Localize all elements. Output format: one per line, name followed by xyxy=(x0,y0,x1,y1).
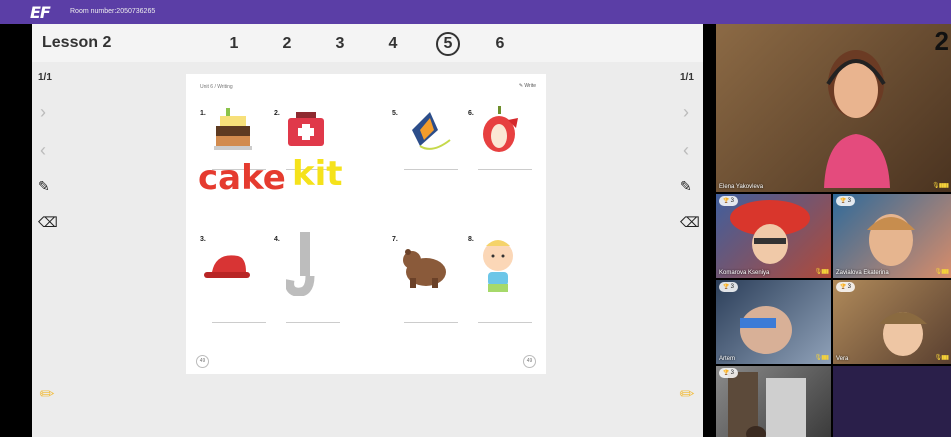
item-number: 3. xyxy=(200,236,206,243)
cap-picture xyxy=(204,255,250,278)
pen-icon[interactable]: ✎ xyxy=(680,178,692,195)
write-tool[interactable]: ✎ Write xyxy=(519,83,536,89)
left-page-counter: 1/1 xyxy=(38,72,52,83)
unit-label: Unit 6 / Writing xyxy=(200,84,233,90)
item-number: 4. xyxy=(274,236,280,243)
answer-line[interactable] xyxy=(478,322,532,323)
lesson-title: Lesson 2 xyxy=(42,34,112,51)
student-figure xyxy=(740,306,792,354)
student-name: Artem xyxy=(719,356,736,362)
page-number-left: 49 xyxy=(196,355,209,368)
ef-logo: EF xyxy=(30,3,51,22)
video-panel: 2 Elena Yakovleva 🎙▮▮▮▮ 3 Komarova Kseni… xyxy=(716,24,951,437)
handwriting-answer-2: kit xyxy=(292,154,343,194)
eraser-icon[interactable]: ⌫ xyxy=(680,214,700,231)
points-badge: 3 xyxy=(719,282,738,292)
student-figure xyxy=(879,312,927,356)
student-figure xyxy=(867,214,915,266)
lesson-area: Lesson 2 1 2 3 4 5 6 1/1 › ‹ ✎ ⌫ ✏ 1/1 ›… xyxy=(32,24,703,437)
student-name: Zavialova Ekaterina xyxy=(836,270,889,276)
page-tab-3[interactable]: 3 xyxy=(328,33,352,55)
cake-picture xyxy=(214,108,252,150)
student-video-tile[interactable]: 3 Zavialova Ekaterina 🎙▮▮▮ xyxy=(833,194,951,278)
apple-picture xyxy=(483,106,518,152)
answer-line[interactable] xyxy=(286,322,340,323)
kite-picture xyxy=(412,112,451,150)
page-tab-5-active[interactable]: 5 xyxy=(436,32,460,56)
item-number: 7. xyxy=(392,236,398,243)
answer-line[interactable] xyxy=(478,169,532,170)
mic-level-icon: 🎙▮▮▮ xyxy=(934,355,948,361)
chevron-right-icon[interactable]: › xyxy=(683,102,689,123)
participant-count: 2 xyxy=(934,26,949,56)
item-number: 6. xyxy=(468,110,474,117)
points-badge: 3 xyxy=(719,196,738,206)
student-video-tile[interactable]: 3 Artem 🎙▮▮▮ xyxy=(716,280,831,364)
worksheet: Unit 6 / Writing ✎ Write 1. 2. 5. 6. cak… xyxy=(186,74,546,374)
first-aid-kit-picture xyxy=(288,112,324,146)
page-tab-6[interactable]: 6 xyxy=(488,33,512,55)
page-tab-1[interactable]: 1 xyxy=(222,33,246,55)
room-number: Room number:2050736265 xyxy=(70,8,156,15)
item-number: 8. xyxy=(468,236,474,243)
page-tab-4[interactable]: 4 xyxy=(381,33,405,55)
points-badge: 3 xyxy=(719,368,738,378)
student-name: Komarova Kseniya xyxy=(719,270,770,276)
item-number: 5. xyxy=(392,110,398,117)
page-tab-2[interactable]: 2 xyxy=(275,33,299,55)
pencil-button[interactable]: ✏ xyxy=(672,379,702,409)
pencil-button[interactable]: ✏ xyxy=(32,379,62,409)
chevron-left-icon[interactable]: ‹ xyxy=(683,140,689,161)
mic-level-icon: 🎙▮▮▮ xyxy=(814,269,828,275)
item-number: 2. xyxy=(274,110,280,117)
empty-video-tile xyxy=(833,366,951,437)
points-badge: 3 xyxy=(836,196,855,206)
right-page-counter: 1/1 xyxy=(680,72,694,83)
item-number: 1. xyxy=(200,110,206,117)
student-room xyxy=(728,372,806,437)
write-tool-label: Write xyxy=(524,83,536,89)
student-video-tile[interactable]: 3 Komarova Kseniya 🎙▮▮▮ xyxy=(716,194,831,278)
student-video-tile[interactable]: 3 Vera 🎙▮▮▮ xyxy=(833,280,951,364)
chevron-left-icon[interactable]: ‹ xyxy=(40,140,46,161)
answer-line[interactable] xyxy=(404,169,458,170)
lesson-header: Lesson 2 1 2 3 4 5 6 xyxy=(32,24,703,62)
letter-j-picture xyxy=(286,232,315,296)
teacher-name: Elena Yakovleva xyxy=(719,184,764,190)
points-badge: 3 xyxy=(836,282,855,292)
bear-picture xyxy=(403,249,446,288)
pen-icon[interactable]: ✎ xyxy=(38,178,50,195)
student-video-tile[interactable]: 3 xyxy=(716,366,831,437)
page-number-right: 49 xyxy=(523,355,536,368)
mic-level-icon: 🎙▮▮▮ xyxy=(934,269,948,275)
student-name: Vera xyxy=(836,356,849,362)
teacher-figure xyxy=(824,50,890,188)
eraser-icon[interactable]: ⌫ xyxy=(38,214,58,231)
answer-line[interactable] xyxy=(212,322,266,323)
top-bar: EF Room number:2050736265 xyxy=(0,0,951,24)
baby-picture xyxy=(483,240,513,292)
mic-level-icon: 🎙▮▮▮ xyxy=(814,355,828,361)
student-figure xyxy=(730,200,810,264)
teacher-video-tile[interactable]: 2 Elena Yakovleva 🎙▮▮▮▮ xyxy=(716,24,951,192)
handwriting-answer-1: cake xyxy=(198,158,286,198)
chevron-right-icon[interactable]: › xyxy=(40,102,46,123)
mic-level-icon: 🎙▮▮▮▮ xyxy=(932,183,949,189)
answer-line[interactable] xyxy=(404,322,458,323)
